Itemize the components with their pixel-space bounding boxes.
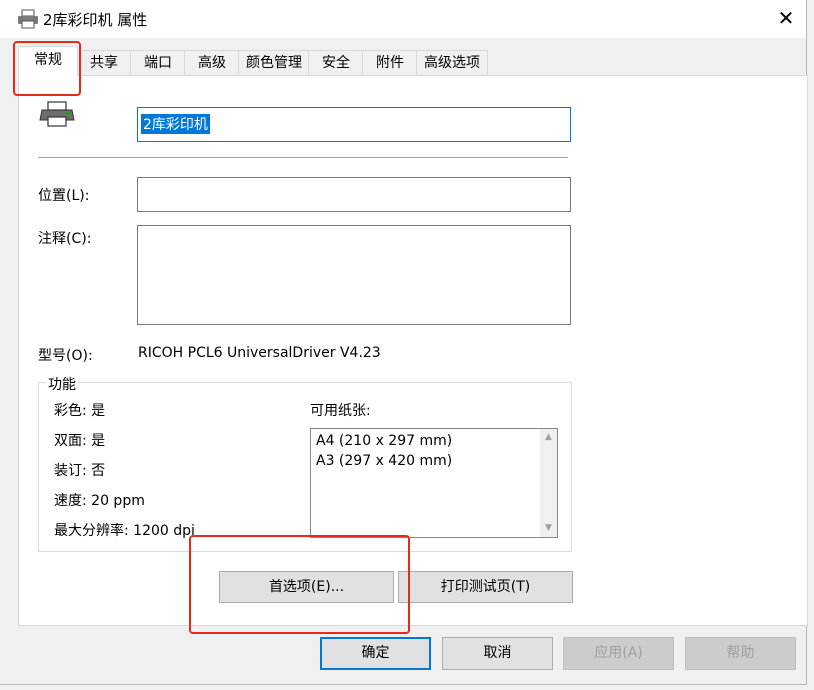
- separator: [38, 157, 568, 158]
- cancel-button[interactable]: 取消: [442, 637, 553, 670]
- help-button[interactable]: 帮助: [685, 637, 796, 670]
- list-item[interactable]: A4 (210 x 297 mm): [316, 433, 452, 449]
- feature-resolution: 最大分辨率: 1200 dpi: [54, 523, 195, 539]
- tab-ports[interactable]: 端口: [130, 50, 186, 75]
- feature-duplex: 双面: 是: [54, 433, 106, 449]
- window-title: 2库彩印机 属性: [43, 11, 148, 29]
- feature-color: 彩色: 是: [54, 403, 106, 419]
- model-value: RICOH PCL6 UniversalDriver V4.23: [138, 345, 381, 361]
- tab-advanced-options[interactable]: 高级选项: [416, 50, 488, 75]
- ok-button[interactable]: 确定: [320, 637, 431, 670]
- tab-general[interactable]: 常规: [18, 46, 78, 76]
- printer-icon: [17, 9, 39, 29]
- location-input[interactable]: [137, 177, 571, 212]
- tab-security[interactable]: 安全: [308, 50, 364, 75]
- chevron-up-icon[interactable]: ▲: [540, 429, 557, 446]
- print-test-page-button[interactable]: 打印测试页(T): [398, 571, 573, 603]
- paper-label: 可用纸张:: [310, 403, 371, 419]
- model-label: 型号(O):: [38, 348, 93, 364]
- printer-name-input[interactable]: 2库彩印机: [137, 107, 571, 142]
- paper-listbox[interactable]: A4 (210 x 297 mm) A3 (297 x 420 mm) ▲ ▼: [310, 428, 558, 538]
- feature-staple: 装订: 否: [54, 463, 106, 479]
- apply-button[interactable]: 应用(A): [563, 637, 674, 670]
- tab-color-management[interactable]: 颜色管理: [238, 50, 310, 75]
- feature-speed: 速度: 20 ppm: [54, 493, 145, 509]
- printer-properties-dialog: 2库彩印机 属性 ✕ 常规 共享 端口 高级 颜色管理 安全 附件 高级选项 2…: [0, 0, 808, 685]
- comment-textarea[interactable]: [137, 225, 571, 325]
- location-label: 位置(L):: [38, 188, 90, 204]
- preferences-button[interactable]: 首选项(E)...: [219, 571, 394, 603]
- tab-sharing[interactable]: 共享: [76, 50, 132, 75]
- comment-label: 注释(C):: [38, 231, 92, 247]
- tab-accessories[interactable]: 附件: [362, 50, 418, 75]
- list-item[interactable]: A3 (297 x 420 mm): [316, 453, 452, 469]
- printer-name-value: 2库彩印机: [141, 114, 210, 134]
- chevron-down-icon[interactable]: ▼: [540, 520, 557, 537]
- printer-icon: [38, 100, 78, 130]
- close-icon[interactable]: ✕: [774, 6, 798, 30]
- features-title: 功能: [46, 374, 78, 394]
- title-bar: 2库彩印机 属性 ✕: [0, 0, 806, 38]
- tab-advanced[interactable]: 高级: [184, 50, 240, 75]
- scrollbar[interactable]: ▲ ▼: [540, 429, 557, 537]
